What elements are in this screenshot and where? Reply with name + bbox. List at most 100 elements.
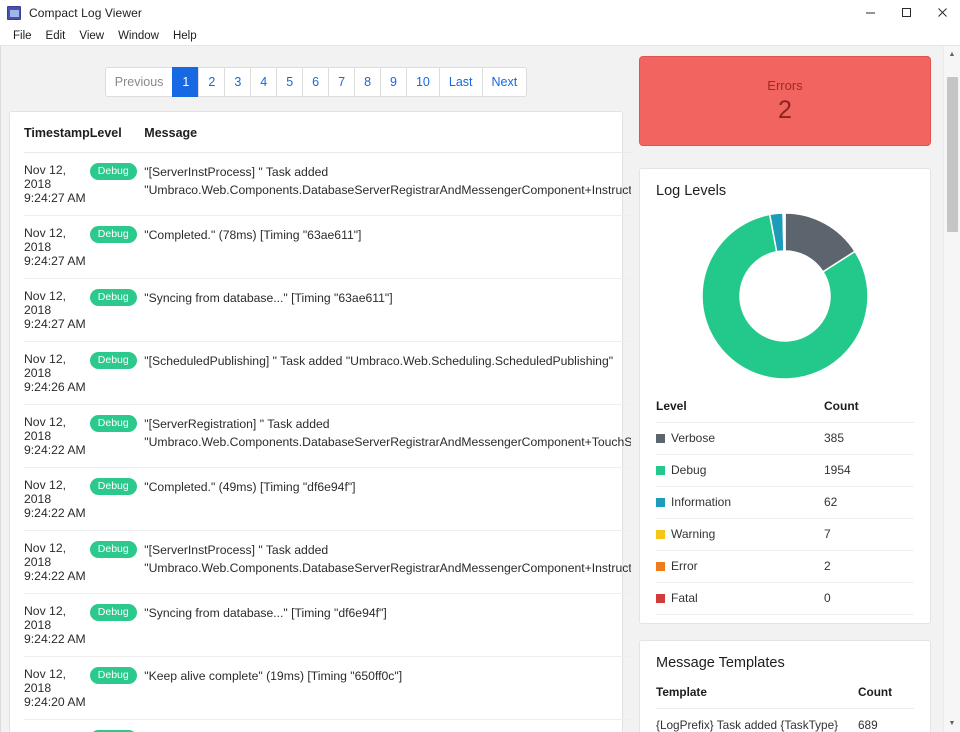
list-item[interactable]: Error2 (656, 551, 914, 583)
cell-level-name: Debug (656, 455, 824, 487)
level-label: Debug (671, 463, 706, 477)
list-item[interactable]: Debug 1954 (656, 455, 914, 487)
vertical-scrollbar[interactable]: ▲ ▼ (943, 46, 960, 732)
cell-timestamp: Nov 12, 2018 9:24:27 AM (24, 279, 90, 342)
pagination-page-10[interactable]: 10 (406, 67, 439, 97)
column-header-count: Count (824, 393, 914, 423)
pagination-page-4[interactable]: 4 (250, 67, 276, 97)
pagination-next[interactable]: Next (482, 67, 528, 97)
menu-bar: File Edit View Window Help (0, 26, 960, 46)
table-row[interactable]: Nov 12, 2018 9:24:22 AMDebug "Completed."… (24, 468, 631, 531)
pagination-page-2[interactable]: 2 (198, 67, 224, 97)
color-swatch-icon (656, 434, 665, 443)
list-item[interactable]: Information62 (656, 487, 914, 519)
cell-level-name: Error (656, 551, 824, 583)
title-bar: Compact Log Viewer (0, 0, 960, 26)
cell-message: "Completed." (49ms) [Timing "df6e94f"] (144, 468, 631, 531)
list-item[interactable]: Verbose 385 (656, 423, 914, 455)
list-item[interactable]: Fatal0 (656, 583, 914, 615)
level-label: Error (671, 559, 698, 573)
pagination-previous[interactable]: Previous (105, 67, 173, 97)
pagination-page-6[interactable]: 6 (302, 67, 328, 97)
cell-level-name: Warning (656, 519, 824, 551)
color-swatch-icon (656, 562, 665, 571)
scroll-down-icon[interactable]: ▼ (944, 715, 960, 732)
cell-level-count: 1954 (824, 455, 914, 487)
table-row[interactable]: Nov 12, 2018 9:24:20 AMDebug "Keep alive … (24, 657, 631, 720)
column-header-level[interactable]: Level (90, 112, 145, 153)
message-templates-table: Template Count {LogPrefix} Task added {T… (656, 677, 914, 732)
level-badge: Debug (90, 541, 137, 558)
app-icon (7, 6, 21, 20)
list-item[interactable]: Warning7 (656, 519, 914, 551)
close-icon[interactable] (924, 0, 960, 26)
table-row[interactable]: Nov 12, 2018 9:24:22 AMDebug"Syncing fro… (24, 594, 631, 657)
cell-level: Debug (90, 720, 145, 732)
scrollbar-track[interactable] (944, 63, 960, 715)
table-row[interactable]: Nov 12, 2018 9:24:20 AMDebug"[KeepAlive]… (24, 720, 631, 732)
cell-timestamp: Nov 12, 2018 9:24:20 AM (24, 657, 90, 720)
pagination-page-1[interactable]: 1 (172, 67, 198, 97)
pagination-page-9[interactable]: 9 (380, 67, 406, 97)
table-row[interactable]: Nov 12, 2018 9:24:22 AMDebug"[ServerInst… (24, 531, 631, 594)
message-templates-title: Message Templates (656, 655, 914, 671)
menu-item-edit[interactable]: Edit (39, 28, 73, 44)
cell-level: Debug (90, 405, 145, 468)
level-label: Verbose (671, 431, 715, 445)
menu-item-help[interactable]: Help (166, 28, 204, 44)
cell-timestamp: Nov 12, 2018 9:24:22 AM (24, 594, 90, 657)
cell-level: Debug (90, 468, 145, 531)
level-badge: Debug (90, 226, 137, 243)
pagination-page-8[interactable]: 8 (354, 67, 380, 97)
errors-label: Errors (767, 78, 802, 93)
column-header-message[interactable]: Message (144, 112, 631, 153)
cell-message: "[ServerInstProcess] " Task added "Umbra… (144, 531, 631, 594)
level-badge: Debug (90, 289, 137, 306)
log-levels-header-row: Level Count (656, 393, 914, 423)
level-label: Information (671, 495, 731, 509)
cell-level-count: 385 (824, 423, 914, 455)
table-row[interactable]: Nov 12, 2018 9:24:27 AMDebug "Syncing fro… (24, 279, 631, 342)
level-badge: Debug (90, 667, 137, 684)
table-row[interactable]: {LogPrefix} Task added {TaskType}689 (656, 709, 914, 732)
log-table: Timestamp Level Message Nov 12, 2018 9:2… (24, 112, 631, 732)
cell-timestamp: Nov 12, 2018 9:24:27 AM (24, 216, 90, 279)
stats-pane: Errors 2 Log Levels Level Count Verbose3… (631, 46, 951, 732)
menu-item-window[interactable]: Window (111, 28, 166, 44)
errors-card[interactable]: Errors 2 (639, 56, 931, 146)
pagination-page-3[interactable]: 3 (224, 67, 250, 97)
table-row[interactable]: Nov 12, 2018 9:24:26 AMDebug"[ScheduledP… (24, 342, 631, 405)
menu-item-view[interactable]: View (72, 28, 111, 44)
scrollbar-thumb[interactable] (947, 77, 958, 232)
log-table-body: Nov 12, 2018 9:24:27 AMDebug"[ServerInst… (24, 153, 631, 732)
pagination-page-5[interactable]: 5 (276, 67, 302, 97)
cell-template-count: 689 (858, 709, 914, 732)
cell-message: "Keep alive complete" (19ms) [Timing "65… (144, 657, 631, 720)
cell-message: "Syncing from database..." [Timing "63ae… (144, 279, 631, 342)
color-swatch-icon (656, 530, 665, 539)
pagination-last[interactable]: Last (439, 67, 482, 97)
log-levels-table: Level Count Verbose385Debug1954Informati… (656, 393, 914, 615)
cell-level-name: Verbose (656, 423, 824, 455)
table-row[interactable]: Nov 12, 2018 9:24:22 AMDebug"[ServerRegi… (24, 405, 631, 468)
cell-timestamp: Nov 12, 2018 9:24:22 AM (24, 468, 90, 531)
maximize-icon[interactable] (888, 0, 924, 26)
menu-item-file[interactable]: File (6, 28, 39, 44)
message-templates-body: {LogPrefix} Task added {TaskType}689{End… (656, 709, 914, 732)
table-row[interactable]: Nov 12, 2018 9:24:27 AMDebug"Completed."… (24, 216, 631, 279)
cell-template: {LogPrefix} Task added {TaskType} (656, 709, 858, 732)
level-label: Fatal (671, 591, 698, 605)
scroll-up-icon[interactable]: ▲ (944, 46, 960, 63)
color-swatch-icon (656, 466, 665, 475)
minimize-icon[interactable] (852, 0, 888, 26)
cell-timestamp: Nov 12, 2018 9:24:26 AM (24, 342, 90, 405)
main-content: Previous 1 2 3 4 5 6 7 8 9 10 Last Next … (0, 46, 960, 732)
cell-message: "[ServerRegistration] " Task added "Umbr… (144, 405, 631, 468)
cell-level: Debug (90, 531, 145, 594)
level-badge: Debug (90, 478, 137, 495)
column-header-timestamp[interactable]: Timestamp (24, 112, 90, 153)
table-row[interactable]: Nov 12, 2018 9:24:27 AMDebug"[ServerInst… (24, 153, 631, 216)
pagination-page-7[interactable]: 7 (328, 67, 354, 97)
cell-level: Debug (90, 594, 145, 657)
cell-level-count: 7 (824, 519, 914, 551)
